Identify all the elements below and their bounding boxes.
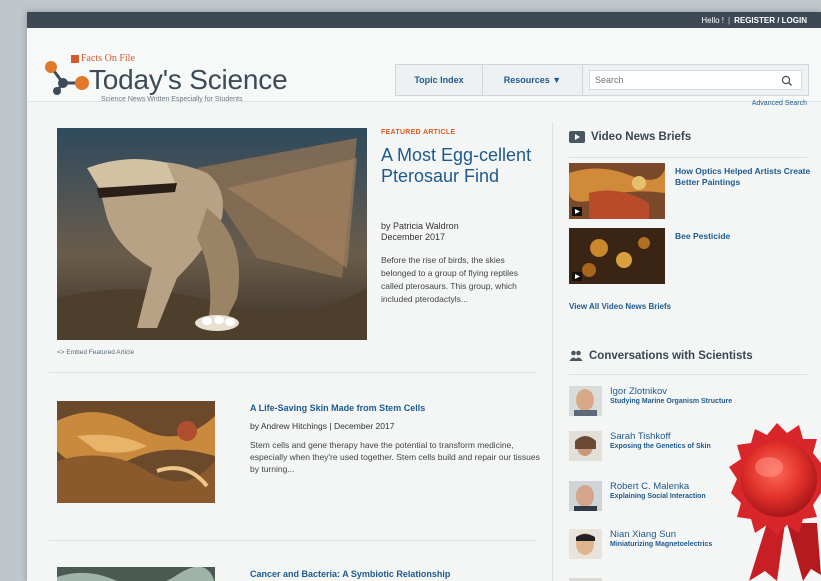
conversations-heading: Conversations with Scientists [569, 350, 753, 362]
article-byline: by Andrew Hitchings | December 2017 [250, 421, 395, 431]
column-divider [552, 122, 553, 581]
view-all-videos-link[interactable]: View All Video News Briefs [569, 302, 671, 311]
scientist-name: Sarah Tishkoff [610, 431, 671, 442]
featured-title[interactable]: A Most Egg-cellent Pterosaur Find [381, 145, 541, 187]
resources-dropdown[interactable]: Resources ▼ [483, 65, 583, 95]
featured-label: FEATURED ARTICLE [381, 129, 456, 136]
divider [569, 157, 807, 158]
scientist-avatar [569, 529, 602, 559]
site-title[interactable]: Today's Science [89, 64, 288, 96]
advanced-search-link[interactable]: Advanced Search [752, 100, 807, 107]
people-icon [569, 350, 583, 361]
featured-excerpt: Before the rise of birds, the skies belo… [381, 255, 519, 304]
scientist-avatar [569, 431, 602, 461]
scientist-item[interactable]: Robert C. Malenka Explaining Social Inte… [569, 481, 706, 511]
video-title[interactable]: How Optics Helped Artists Create Better … [675, 166, 815, 188]
molecule-logo-icon[interactable] [41, 58, 89, 98]
scientist-avatar [569, 386, 602, 416]
scientist-topic: Exposing the Genetics of Skin [610, 443, 711, 450]
scientist-topic: Explaining Social Interaction [610, 493, 706, 500]
article-excerpt: Stem cells and gene therapy have the pot… [250, 440, 540, 474]
conversations-title: Conversations with Scientists [589, 350, 753, 362]
embed-featured-link[interactable]: <> Embed Featured Article [57, 349, 134, 356]
video-briefs-heading: Video News Briefs [569, 131, 691, 143]
register-login-link[interactable]: REGISTER / LOGIN [734, 16, 807, 25]
scientist-name: Nian Xiang Sun [610, 529, 677, 540]
divider [569, 374, 807, 375]
scientist-name: Igor Zlotnikov [610, 386, 668, 397]
featured-date: December 2017 [381, 232, 446, 242]
article-thumbnail[interactable] [57, 401, 215, 503]
divider [49, 372, 537, 373]
scientist-item[interactable]: Sarah Tishkoff Exposing the Genetics of … [569, 431, 711, 461]
search-input[interactable] [589, 70, 802, 90]
video-thumbnail[interactable] [569, 163, 665, 219]
scientist-avatar [569, 481, 602, 511]
featured-byline: by Patricia Waldron December 2017 [381, 221, 459, 243]
nav-bar: Topic Index Resources ▼ [395, 64, 809, 96]
article-title[interactable]: A Life-Saving Skin Made from Stem Cells [250, 403, 425, 413]
scientist-item[interactable]: Nian Xiang Sun Miniaturizing Magnetoelec… [569, 529, 712, 559]
video-title[interactable]: Bee Pesticide [675, 231, 815, 242]
scientist-topic: Studying Marine Organism Structure [610, 398, 733, 405]
header: Facts On File Today's Science Science Ne… [27, 28, 821, 107]
scientist-topic: Miniaturizing Magnetoelectrics [610, 541, 713, 548]
video-play-icon [569, 131, 585, 143]
scientist-name: Robert C. Malenka [610, 481, 690, 492]
scientist-item[interactable]: Igor Zlotnikov Studying Marine Organism … [569, 386, 732, 416]
page: Hello ! | REGISTER / LOGIN Facts On File… [27, 12, 821, 581]
article-title[interactable]: Cancer and Bacteria: A Symbiotic Relatio… [250, 569, 450, 579]
search-icon[interactable] [780, 74, 794, 88]
separator: | [728, 15, 731, 25]
featured-author: by Patricia Waldron [381, 221, 459, 231]
greeting: Hello ! [701, 15, 725, 25]
article-thumbnail[interactable] [57, 567, 215, 581]
checkbox-logo-icon [71, 54, 79, 63]
search-area [583, 65, 808, 95]
video-briefs-title: Video News Briefs [591, 131, 692, 143]
top-bar: Hello ! | REGISTER / LOGIN [27, 12, 821, 28]
publisher-name: Facts On File [81, 53, 135, 64]
site-tagline: Science News Written Especially for Stud… [101, 96, 243, 103]
featured-article-image[interactable] [57, 128, 367, 340]
topic-index-button[interactable]: Topic Index [396, 65, 483, 95]
video-thumbnail[interactable] [569, 228, 665, 284]
facts-on-file-logo[interactable]: Facts On File [71, 53, 135, 64]
award-ribbon-icon [729, 423, 821, 581]
divider [49, 540, 537, 541]
